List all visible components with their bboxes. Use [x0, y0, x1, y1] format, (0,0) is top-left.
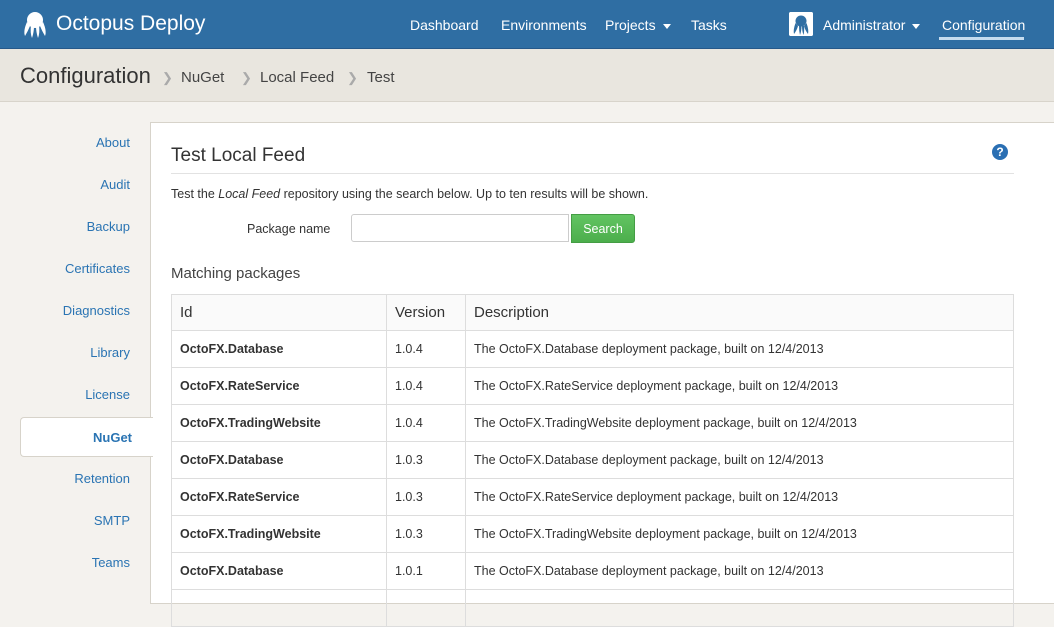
package-version: 1.0.3 [386, 441, 466, 479]
sidebar-item-about[interactable]: About [96, 135, 130, 150]
package-id [171, 589, 387, 627]
package-name-input[interactable] [351, 214, 569, 242]
breadcrumb-separator-icon: ❯ [347, 70, 358, 85]
package-id: OctoFX.RateService [171, 367, 387, 405]
package-description: The OctoFX.RateService deployment packag… [465, 478, 1014, 516]
user-avatar-icon[interactable] [789, 12, 813, 36]
breadcrumb-separator-icon: ❯ [241, 70, 252, 85]
nav-configuration[interactable]: Configuration [942, 17, 1025, 33]
main-panel: Test Local Feed ? Test the Local Feed re… [150, 122, 1054, 627]
table-row: OctoFX.Database 1.0.4 The OctoFX.Databas… [171, 330, 1014, 368]
sidebar-item-audit[interactable]: Audit [100, 177, 130, 192]
package-version: 1.0.4 [386, 330, 466, 368]
octopus-logo-icon [24, 12, 46, 38]
package-name-label: Package name [247, 222, 331, 236]
table-row: OctoFX.RateService 1.0.4 The OctoFX.Rate… [171, 367, 1014, 405]
table-row: OctoFX.TradingWebsite 1.0.4 The OctoFX.T… [171, 404, 1014, 442]
active-nav-indicator [939, 37, 1024, 40]
app-name: Octopus Deploy [56, 12, 206, 35]
breadcrumb-local-feed[interactable]: Local Feed [260, 69, 334, 86]
sidebar-item-certificates[interactable]: Certificates [65, 261, 130, 276]
table-row: OctoFX.TradingWebsite 1.0.3 The OctoFX.T… [171, 515, 1014, 553]
search-button[interactable]: Search [571, 214, 635, 243]
nav-environments[interactable]: Environments [501, 17, 587, 33]
column-header-id: Id [171, 294, 387, 331]
package-id: OctoFX.Database [171, 330, 387, 368]
package-version: 1.0.4 [386, 367, 466, 405]
package-description: The OctoFX.Database deployment package, … [465, 441, 1014, 479]
user-name: Administrator [823, 17, 906, 33]
package-version: 1.0.1 [386, 552, 466, 590]
package-description: The OctoFX.Database deployment package, … [465, 330, 1014, 368]
page-title: Test Local Feed [171, 145, 306, 166]
matching-packages-heading: Matching packages [171, 265, 301, 282]
package-version: 1.0.3 [386, 478, 466, 516]
package-version: 1.0.4 [386, 404, 466, 442]
breadcrumb: Configuration ❯ NuGet ❯ Local Feed ❯ Tes… [0, 49, 1054, 102]
breadcrumb-root[interactable]: Configuration [20, 63, 151, 89]
package-id: OctoFX.RateService [171, 478, 387, 516]
package-description [465, 589, 1014, 627]
package-id: OctoFX.Database [171, 441, 387, 479]
chevron-down-icon [912, 23, 921, 29]
package-id: OctoFX.Database [171, 552, 387, 590]
sidebar-item-diagnostics[interactable]: Diagnostics [63, 303, 130, 318]
package-version: 1.0.3 [386, 515, 466, 553]
nav-projects-label: Projects [605, 17, 656, 33]
package-description: The OctoFX.TradingWebsite deployment pac… [465, 404, 1014, 442]
description-text: Test the Local Feed repository using the… [171, 187, 648, 201]
table-row: OctoFX.Database 1.0.3 The OctoFX.Databas… [171, 441, 1014, 479]
packages-table: Id Version Description OctoFX.Database 1… [171, 294, 1014, 627]
package-description: The OctoFX.TradingWebsite deployment pac… [465, 515, 1014, 553]
sidebar-item-smtp[interactable]: SMTP [94, 513, 130, 528]
nav-projects[interactable]: Projects [605, 17, 671, 33]
sidebar-item-backup[interactable]: Backup [87, 219, 130, 234]
brand[interactable]: Octopus Deploy [20, 8, 205, 40]
table-row [171, 589, 1014, 627]
sidebar-item-label: NuGet [93, 430, 132, 445]
chevron-down-icon [662, 23, 671, 29]
breadcrumb-nuget[interactable]: NuGet [181, 69, 224, 86]
package-id: OctoFX.TradingWebsite [171, 515, 387, 553]
sidebar-item-teams[interactable]: Teams [92, 555, 130, 570]
breadcrumb-separator-icon: ❯ [162, 70, 173, 85]
column-header-description: Description [465, 294, 1014, 331]
nav-tasks[interactable]: Tasks [691, 17, 727, 33]
divider [171, 173, 1014, 174]
description-suffix: repository using the search below. Up to… [280, 187, 649, 201]
sidebar-item-nuget[interactable]: NuGet [20, 417, 153, 457]
help-icon[interactable]: ? [992, 144, 1008, 160]
table-row: OctoFX.Database 1.0.1 The OctoFX.Databas… [171, 552, 1014, 590]
table-header-row: Id Version Description [171, 294, 1014, 331]
sidebar-item-library[interactable]: Library [90, 345, 130, 360]
table-row: OctoFX.RateService 1.0.3 The OctoFX.Rate… [171, 478, 1014, 516]
nav-dashboard[interactable]: Dashboard [410, 17, 479, 33]
sidebar-item-retention[interactable]: Retention [74, 471, 130, 486]
package-id: OctoFX.TradingWebsite [171, 404, 387, 442]
description-prefix: Test the [171, 187, 219, 201]
top-navigation-bar: Octopus Deploy Dashboard Environments Pr… [0, 0, 1054, 49]
package-version [386, 589, 466, 627]
package-description: The OctoFX.RateService deployment packag… [465, 367, 1014, 405]
package-description: The OctoFX.Database deployment package, … [465, 552, 1014, 590]
column-header-version: Version [386, 294, 466, 331]
user-menu[interactable]: Administrator [823, 17, 921, 33]
sidebar-item-license[interactable]: License [85, 387, 130, 402]
breadcrumb-test: Test [367, 69, 395, 86]
description-feed-name: Local Feed [218, 187, 281, 201]
